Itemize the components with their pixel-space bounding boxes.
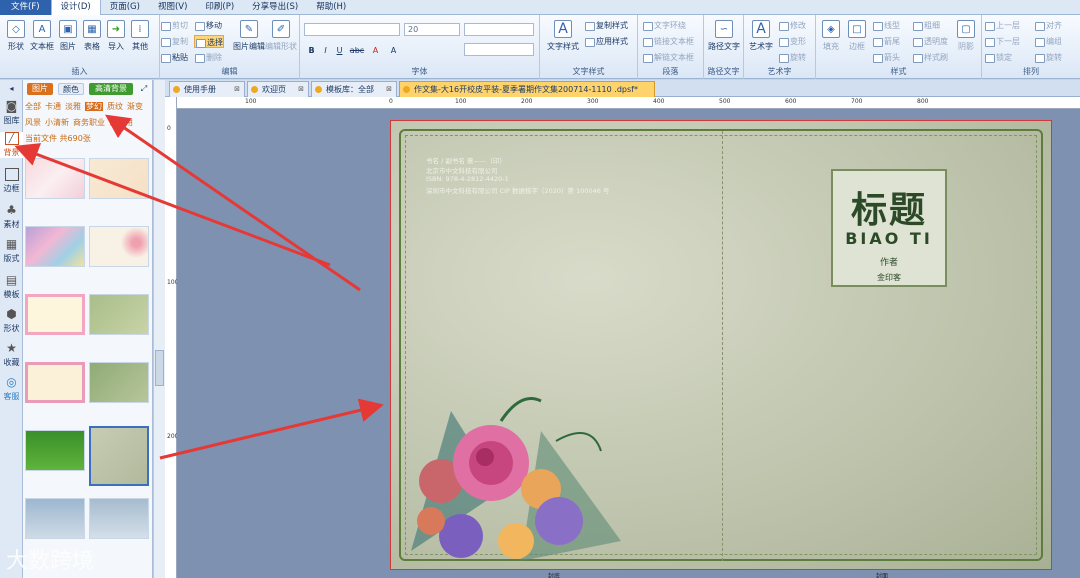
annotation-arrows bbox=[14, 114, 384, 460]
watermark: 大数跨境 bbox=[6, 549, 95, 574]
